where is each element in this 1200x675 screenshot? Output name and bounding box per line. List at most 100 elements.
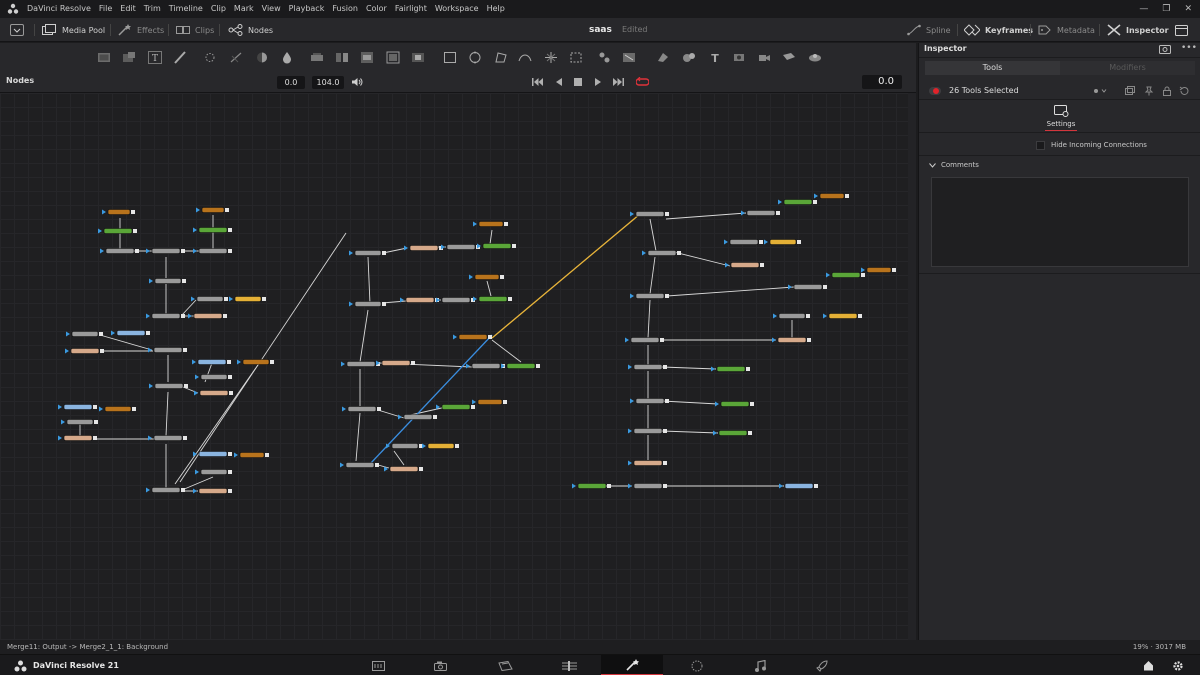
camera3d-tool-icon[interactable] [757,51,771,64]
tracker-tool-icon[interactable] [597,51,611,64]
menu-playback[interactable]: Playback [285,0,329,18]
go-to-start-button[interactable] [531,75,545,89]
comments-header[interactable]: Comments [929,161,979,169]
render-start-field[interactable]: 0.0 [277,76,305,89]
node-55 [635,211,665,217]
render-end-field[interactable]: 104.0 [312,76,344,89]
more-options-icon[interactable]: ••• [1181,43,1197,53]
rectangle-mask-tool-icon[interactable] [443,51,457,64]
paint-tool-icon[interactable] [173,51,187,64]
tab-settings[interactable]: Settings [1043,103,1079,131]
go-to-end-button[interactable] [611,75,625,89]
bspline-mask-tool-icon[interactable] [518,51,532,64]
page-edit[interactable] [491,655,519,675]
matte-control-tool-icon[interactable] [360,51,374,64]
page-media[interactable] [364,655,392,675]
menu-trim[interactable]: Trim [140,0,165,18]
nodes-button[interactable]: Nodes [228,18,273,42]
canvas-scrollbar[interactable] [908,93,916,640]
play-reverse-button[interactable] [552,75,566,89]
menu-file[interactable]: File [95,0,116,18]
planar-tracker-tool-icon[interactable] [622,51,636,64]
settings-label: Settings [1046,120,1076,128]
hide-incoming-connections-option[interactable]: Hide Incoming Connections [1036,140,1147,150]
version-icon[interactable] [1125,86,1135,96]
menu-fusion[interactable]: Fusion [328,0,362,18]
home-button[interactable] [1134,655,1162,675]
shape3d-tool-icon[interactable] [656,51,670,64]
panel-toggle-button[interactable] [10,18,24,42]
color-chevron-down-icon[interactable] [1093,87,1107,95]
node-editor-canvas[interactable] [0,93,916,640]
blur-tool-icon[interactable] [229,51,243,64]
saver-tool-icon[interactable] [411,51,425,64]
effects-button[interactable]: Effects [118,18,164,42]
menu-app-name[interactable]: DaVinci Resolve [23,0,95,18]
page-fairlight[interactable] [746,655,774,675]
page-deliver[interactable] [808,655,836,675]
comments-textarea[interactable] [931,177,1189,267]
text-tool-icon[interactable]: T [148,51,162,64]
camera-snapshot-icon[interactable] [1159,44,1171,54]
loader-tool-icon[interactable] [386,51,400,64]
renderer3d-tool-icon[interactable] [732,51,746,64]
node-input-port [788,284,792,290]
corner-positioner-tool-icon[interactable] [569,51,583,64]
page-cut[interactable] [426,655,454,675]
menu-edit[interactable]: Edit [116,0,140,18]
menu-mark[interactable]: Mark [230,0,258,18]
lock-icon[interactable] [1162,86,1172,96]
node-input-port [349,301,353,307]
pin-icon[interactable] [1144,86,1154,96]
stop-button[interactable] [571,75,585,89]
tab-modifiers[interactable]: Modifiers [1060,61,1195,75]
reset-icon[interactable] [1179,86,1189,96]
maximize-icon[interactable]: ❐ [1162,4,1170,14]
fullscreen-button[interactable] [1175,18,1188,42]
spline-button[interactable]: Spline [907,18,951,42]
connection-wire [661,430,719,434]
menu-workspace[interactable]: Workspace [431,0,483,18]
current-time-field[interactable]: 0.0 [862,75,902,89]
merge-tool-icon[interactable] [310,51,324,64]
play-forward-button[interactable] [591,75,605,89]
menu-fairlight[interactable]: Fairlight [391,0,431,18]
audio-toggle-button[interactable] [350,75,364,89]
menu-timeline[interactable]: Timeline [165,0,207,18]
transform-tool-icon[interactable] [544,51,558,64]
menu-color[interactable]: Color [362,0,391,18]
color-corrector-tool-icon[interactable] [255,51,269,64]
keyframes-button[interactable]: Keyframes [964,18,1033,42]
background-tool-icon[interactable] [97,51,111,64]
light3d-tool-icon[interactable] [808,51,822,64]
page-fusion[interactable] [601,655,663,675]
page-fairlight-timeline[interactable] [555,655,583,675]
media-pool-button[interactable]: Media Pool [42,18,105,42]
node-24 [66,419,94,425]
text3d-tool-icon[interactable]: T [708,51,722,64]
particle-emitter-tool-icon[interactable] [203,51,217,64]
merge3d-tool-icon[interactable] [682,51,696,64]
metadata-button[interactable]: Metadata [1038,18,1095,42]
tab-tools[interactable]: Tools [925,61,1060,75]
close-icon[interactable]: ✕ [1184,4,1192,14]
paint-bucket-tool-icon[interactable] [122,51,136,64]
minimize-icon[interactable]: — [1139,4,1148,14]
project-settings-button[interactable] [1164,655,1192,675]
polygon-mask-tool-icon[interactable] [494,51,508,64]
channel-booleans-tool-icon[interactable] [335,51,349,64]
ellipse-mask-tool-icon[interactable] [468,51,482,64]
node-75 [633,428,663,434]
menu-clip[interactable]: Clip [207,0,230,18]
menu-view[interactable]: View [258,0,285,18]
menu-help[interactable]: Help [483,0,509,18]
inspector-button[interactable]: Inspector [1107,18,1169,42]
drop-tool-icon[interactable] [280,51,294,64]
image-plane3d-tool-icon[interactable] [782,51,796,64]
node-output-port [229,391,233,395]
page-color[interactable] [683,655,711,675]
clips-button[interactable]: Clips [176,18,214,42]
hide-incoming-connections-checkbox[interactable] [1036,140,1045,150]
node-input-port [814,193,818,199]
loop-button[interactable] [635,75,649,89]
